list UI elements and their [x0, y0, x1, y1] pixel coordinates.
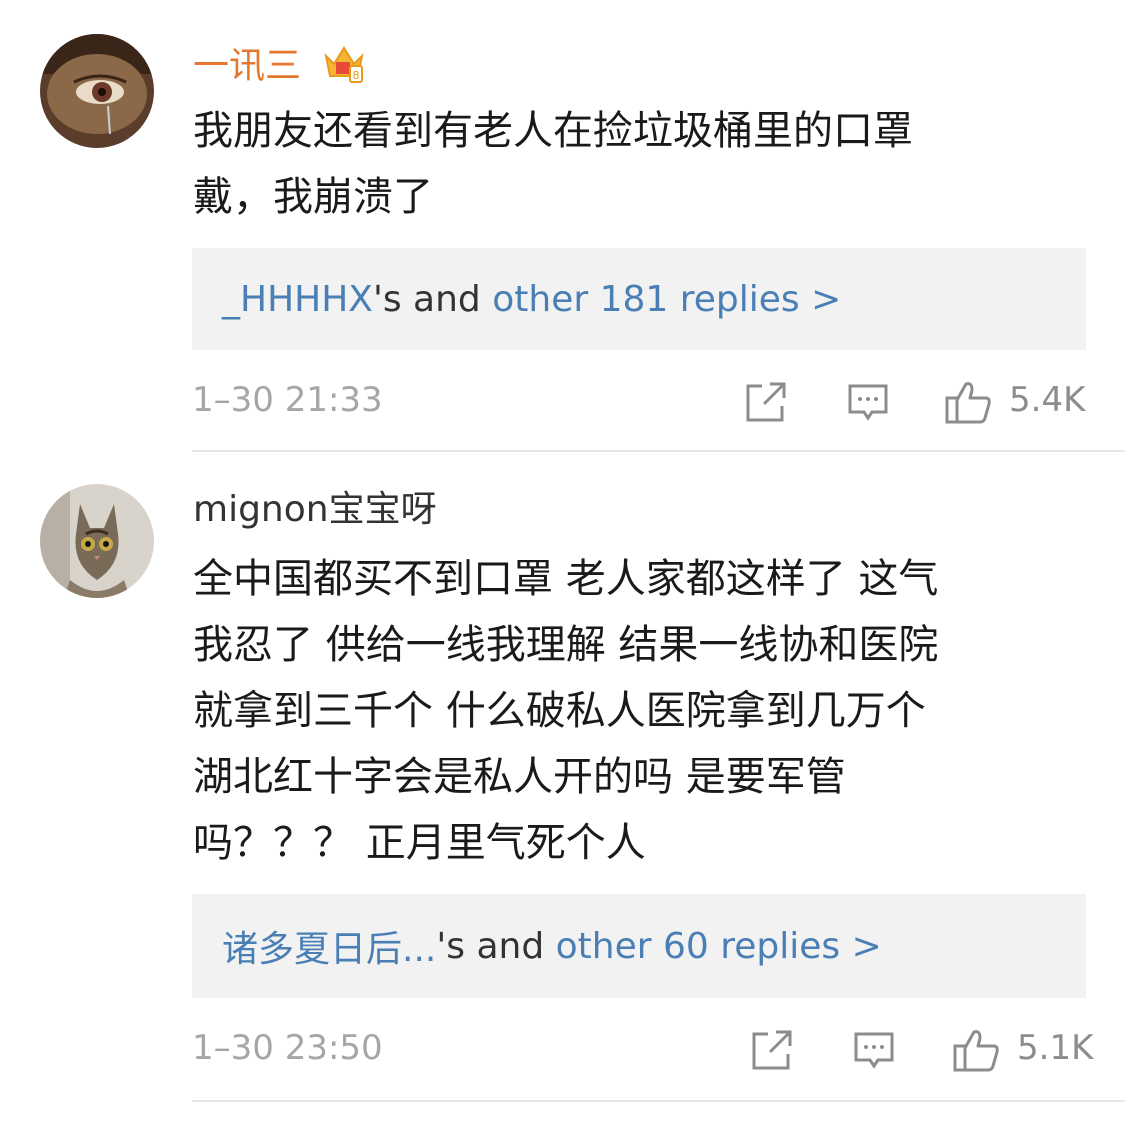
comment-icon[interactable]: [846, 380, 890, 428]
comment-meta: 1–30 21:33 5.4K: [192, 372, 1086, 432]
svg-text:8: 8: [353, 69, 360, 82]
timestamp: 1–30 23:50: [192, 1028, 383, 1068]
username[interactable]: mignon宝宝呀: [193, 488, 437, 532]
divider: [192, 1100, 1125, 1102]
comment-item: mignon宝宝呀 全中国都买不到口罩 老人家都这样了 这气 我忍了 供给一线我…: [0, 452, 1125, 1121]
avatar[interactable]: [40, 484, 154, 598]
replies-preview[interactable]: _HHHHX's and other 181 replies >: [192, 248, 1086, 350]
crown-member-icon: 8: [322, 40, 366, 95]
share-icon[interactable]: [750, 1028, 794, 1076]
comment-meta: 1–30 23:50 5.1K: [192, 1020, 1093, 1080]
comment-text: 我朋友还看到有老人在捡垃圾桶里的口罩 戴，我崩溃了: [193, 108, 913, 220]
username[interactable]: 一讯三 8: [193, 40, 366, 95]
avatar[interactable]: [40, 34, 154, 148]
timestamp: 1–30 21:33: [192, 380, 383, 420]
other-replies-link[interactable]: other 181 replies >: [492, 279, 841, 320]
comment-icon[interactable]: [852, 1028, 896, 1076]
first-replier-link[interactable]: 诸多夏日后...: [222, 920, 436, 972]
like-count: 5.4K: [1009, 380, 1086, 420]
thumbs-up-icon[interactable]: [952, 1028, 1000, 1076]
first-replier-link[interactable]: _HHHHX: [222, 279, 373, 320]
comment-text: 全中国都买不到口罩 老人家都这样了 这气 我忍了 供给一线我理解 结果一线协和医…: [193, 556, 939, 866]
replies-preview[interactable]: 诸多夏日后...'s and other 60 replies >: [192, 894, 1086, 998]
other-replies-link[interactable]: other 60 replies >: [556, 926, 882, 967]
like-count: 5.1K: [1017, 1028, 1094, 1068]
thumbs-up-icon[interactable]: [944, 380, 992, 428]
comment-item: 一讯三 8 我朋友还看到有老人在捡垃圾桶里的口罩 戴，我崩溃了 _HHHHX's…: [0, 0, 1125, 452]
share-icon[interactable]: [744, 380, 788, 428]
